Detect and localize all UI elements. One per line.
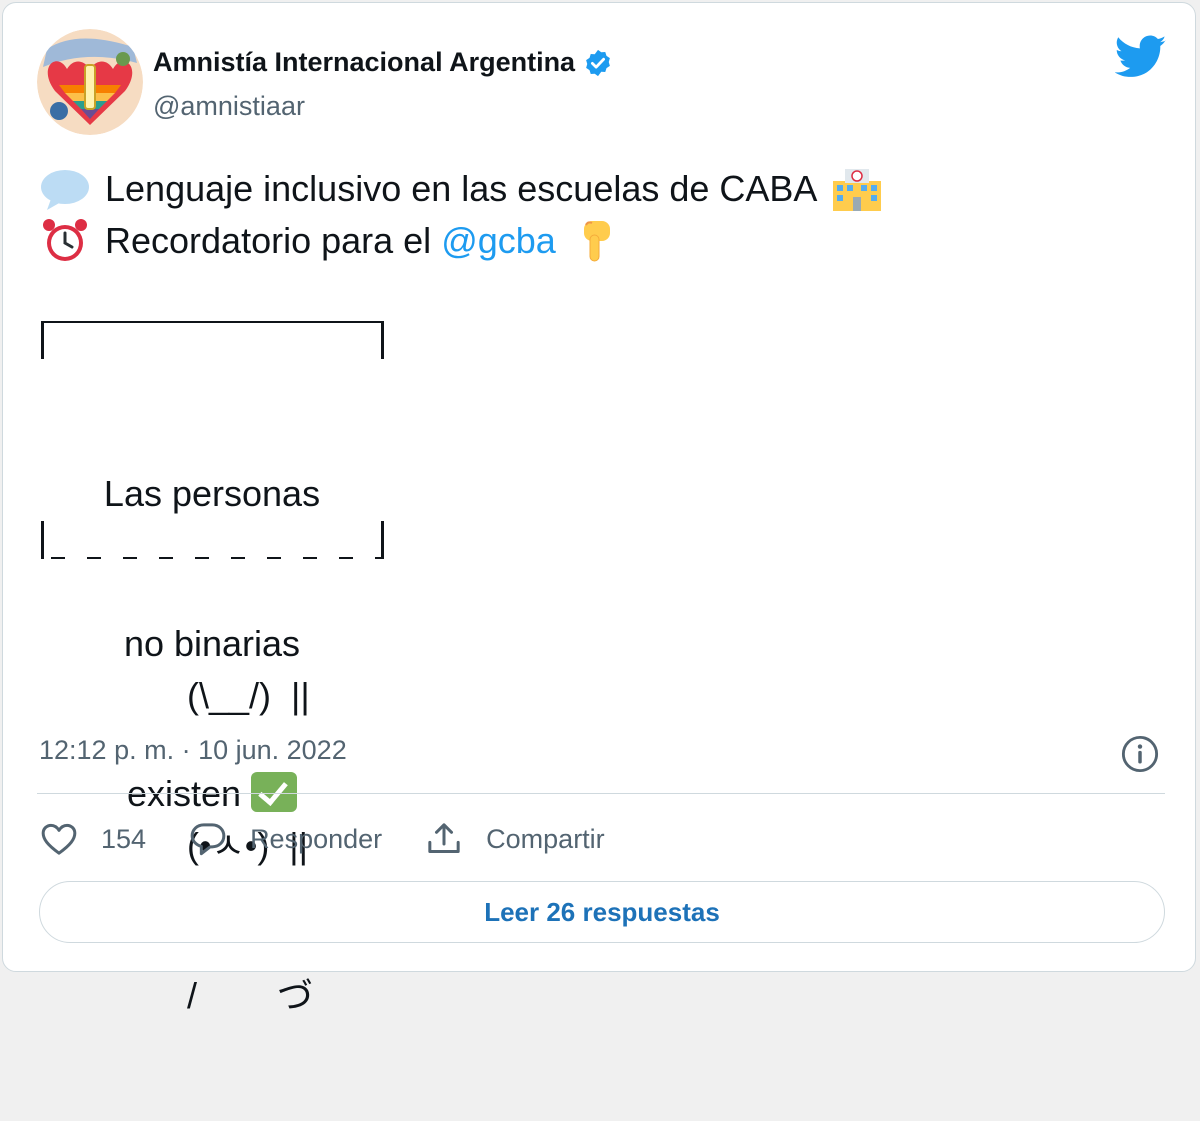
bunny-line: (\__/) || bbox=[187, 675, 310, 716]
twitter-bird-icon[interactable] bbox=[1115, 35, 1167, 79]
divider bbox=[37, 793, 1165, 794]
avatar[interactable] bbox=[37, 29, 143, 135]
school-icon bbox=[833, 169, 882, 211]
tweet-body: Lenguaje inclusivo en las escuelas de CA… bbox=[39, 163, 883, 267]
sign-bottom-border bbox=[37, 517, 387, 567]
tweet-timestamp[interactable]: 12:12 p. m. · 10 jun. 2022 bbox=[39, 735, 347, 766]
speech-bubble-icon bbox=[41, 170, 89, 210]
alarm-clock-icon bbox=[43, 219, 87, 261]
like-button[interactable]: 154 bbox=[39, 819, 146, 859]
heart-icon bbox=[41, 823, 77, 855]
ascii-sign: Las personas no binarias existen (\__/) … bbox=[37, 303, 397, 1016]
reply-button[interactable]: Responder bbox=[188, 819, 382, 859]
account-name[interactable]: Amnistía Internacional Argentina bbox=[153, 47, 575, 78]
action-bar: 154 Responder Compartir bbox=[39, 813, 647, 865]
tweet-line-1: Lenguaje inclusivo en las escuelas de CA… bbox=[39, 163, 883, 215]
backhand-index-pointing-down-icon bbox=[583, 221, 610, 262]
read-replies-button[interactable]: Leer 26 respuestas bbox=[39, 881, 1165, 943]
reply-label: Responder bbox=[250, 823, 383, 854]
info-icon[interactable] bbox=[1121, 735, 1159, 773]
bunny-line: / づ bbox=[187, 975, 314, 1016]
verified-badge-icon bbox=[586, 49, 610, 76]
tweet-line-2: Recordatorio para el @gcba bbox=[39, 215, 883, 267]
tweet-line-2-text: Recordatorio para el bbox=[105, 220, 432, 261]
tweet-line-1-text: Lenguaje inclusivo en las escuelas de CA… bbox=[105, 168, 818, 209]
reply-bubble-icon bbox=[190, 823, 226, 856]
share-icon bbox=[428, 823, 460, 853]
mention-link[interactable]: @gcba bbox=[441, 215, 556, 267]
account-name-row[interactable]: Amnistía Internacional Argentina bbox=[153, 47, 613, 78]
like-count: 154 bbox=[101, 823, 147, 854]
account-handle[interactable]: @amnistiaar bbox=[153, 91, 305, 122]
sign-top-border bbox=[37, 313, 387, 361]
share-label: Compartir bbox=[486, 823, 605, 854]
share-button[interactable]: Compartir bbox=[424, 819, 605, 859]
sign-line: Las personas bbox=[103, 473, 321, 514]
tweet-card: Amnistía Internacional Argentina @amnist… bbox=[2, 2, 1196, 1016]
